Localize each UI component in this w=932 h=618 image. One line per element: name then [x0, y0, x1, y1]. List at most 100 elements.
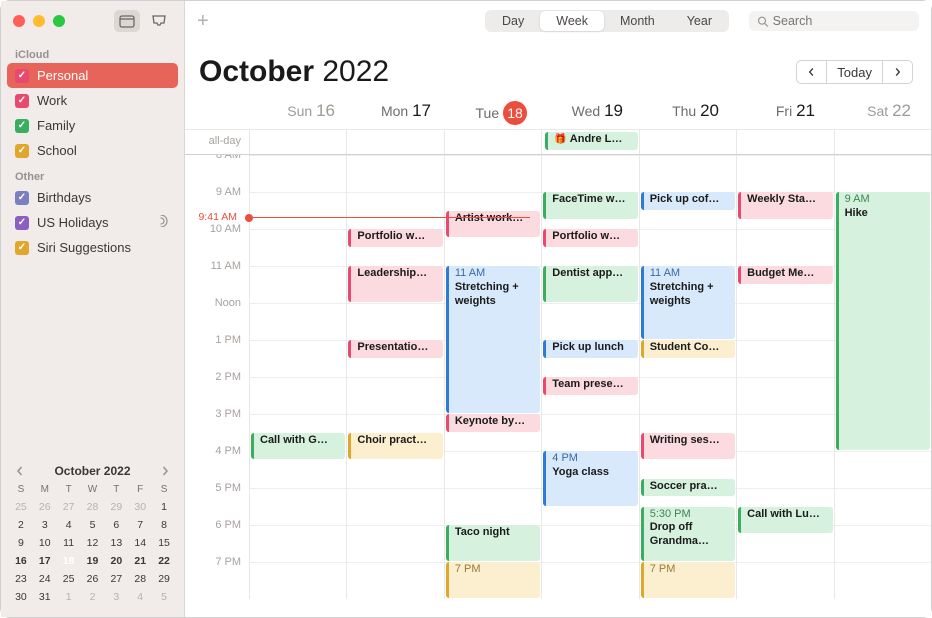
zoom-button[interactable]	[53, 15, 65, 27]
allday-cell[interactable]: 🎁 Andre L…	[541, 130, 638, 154]
mini-day[interactable]: 7	[128, 517, 152, 533]
mini-day[interactable]: 5	[81, 517, 105, 533]
allday-cell[interactable]	[249, 130, 346, 154]
event[interactable]: 11 AMStretching + weights	[446, 266, 540, 413]
mini-day[interactable]: 26	[33, 499, 57, 515]
event[interactable]: Weekly Sta…	[738, 192, 832, 219]
mini-day[interactable]: 11	[57, 535, 81, 551]
mini-day[interactable]: 25	[9, 499, 33, 515]
event[interactable]: Presentatio…	[348, 340, 442, 358]
day-column[interactable]: Artist work…11 AMStretching + weightsKey…	[444, 155, 541, 599]
today-button[interactable]: Today	[826, 60, 883, 84]
event[interactable]: Dentist app…	[543, 266, 637, 302]
event[interactable]: Portfolio w…	[543, 229, 637, 247]
checkbox-icon[interactable]: ✓	[15, 94, 29, 108]
checkbox-icon[interactable]: ✓	[15, 241, 29, 255]
event[interactable]: Portfolio w…	[348, 229, 442, 247]
view-day[interactable]: Day	[486, 11, 540, 31]
mini-day[interactable]: 2	[9, 517, 33, 533]
mini-day[interactable]: 9	[9, 535, 33, 551]
mini-day[interactable]: 14	[128, 535, 152, 551]
day-column[interactable]: Portfolio w…Leadership…Presentatio…Choir…	[346, 155, 443, 599]
checkbox-icon[interactable]: ✓	[15, 191, 29, 205]
allday-event[interactable]: 🎁 Andre L…	[545, 132, 637, 150]
event[interactable]: 9 AMHike	[836, 192, 930, 450]
search-input[interactable]	[773, 14, 911, 28]
view-week[interactable]: Week	[540, 11, 604, 31]
mini-next-button[interactable]	[160, 466, 170, 476]
day-column[interactable]: FaceTime w… Portfolio w… Dentist app… Pick …	[541, 155, 638, 599]
allday-cell[interactable]	[834, 130, 931, 154]
add-event-button[interactable]: +	[197, 10, 209, 33]
mini-day[interactable]: 23	[9, 571, 33, 587]
event[interactable]: 5:30 PMDrop off Grandma…	[641, 507, 735, 562]
mini-day[interactable]: 15	[152, 535, 176, 551]
inbox-icon[interactable]	[146, 10, 172, 32]
mini-prev-button[interactable]	[15, 466, 25, 476]
mini-day[interactable]: 5	[152, 589, 176, 605]
mini-day[interactable]: 26	[81, 571, 105, 587]
calendar-item-siri-suggestions[interactable]: ✓Siri Suggestions	[1, 235, 184, 260]
event[interactable]: Student Co…	[641, 340, 735, 358]
event[interactable]: Taco night	[446, 525, 540, 561]
event[interactable]: Team prese…	[543, 377, 637, 395]
event[interactable]: FaceTime w…	[543, 192, 637, 219]
mini-day[interactable]: 17	[33, 553, 57, 569]
day-column[interactable]: Weekly Sta… Budget Me… Call with Lu…	[736, 155, 833, 599]
mini-day[interactable]: 28	[81, 499, 105, 515]
view-month[interactable]: Month	[604, 11, 671, 31]
mini-day[interactable]: 27	[57, 499, 81, 515]
checkbox-icon[interactable]: ✓	[15, 216, 29, 230]
calendar-item-us-holidays[interactable]: ✓US Holidays	[1, 210, 184, 235]
mini-day[interactable]: 13	[104, 535, 128, 551]
search-field[interactable]	[749, 11, 919, 31]
mini-day[interactable]: 30	[9, 589, 33, 605]
calendar-icon[interactable]	[114, 10, 140, 32]
checkbox-icon[interactable]: ✓	[15, 119, 29, 133]
allday-cell[interactable]	[736, 130, 833, 154]
minimize-button[interactable]	[33, 15, 45, 27]
view-year[interactable]: Year	[671, 11, 728, 31]
event[interactable]: 7 PM	[446, 562, 540, 598]
mini-day[interactable]: 28	[128, 571, 152, 587]
mini-day[interactable]: 20	[104, 553, 128, 569]
mini-day[interactable]: 19	[81, 553, 105, 569]
event[interactable]: Budget Me…	[738, 266, 832, 284]
mini-day[interactable]: 21	[128, 553, 152, 569]
allday-cell[interactable]	[444, 130, 541, 154]
event[interactable]: Call with Lu…	[738, 507, 832, 534]
event[interactable]: Keynote by…	[446, 414, 540, 432]
day-column[interactable]: 9 AMHike	[834, 155, 931, 599]
mini-day[interactable]: 1	[57, 589, 81, 605]
day-column[interactable]: Call with G…	[249, 155, 346, 599]
event[interactable]: Writing ses…	[641, 433, 735, 460]
calendar-item-birthdays[interactable]: ✓Birthdays	[1, 185, 184, 210]
mini-day[interactable]: 22	[152, 553, 176, 569]
mini-day[interactable]: 4	[128, 589, 152, 605]
calendar-item-work[interactable]: ✓Work	[1, 88, 184, 113]
event[interactable]: Call with G…	[251, 433, 345, 460]
close-button[interactable]	[13, 15, 25, 27]
mini-day[interactable]: 4	[57, 517, 81, 533]
prev-week-button[interactable]	[796, 60, 827, 84]
mini-day[interactable]: 6	[104, 517, 128, 533]
event[interactable]: 7 PM	[641, 562, 735, 598]
mini-day[interactable]: 1	[152, 499, 176, 515]
event[interactable]: Soccer pra…	[641, 479, 735, 497]
calendar-item-family[interactable]: ✓Family	[1, 113, 184, 138]
event[interactable]: 11 AMStretching + weights	[641, 266, 735, 339]
day-column[interactable]: Pick up cof…11 AMStretching + weightsStu…	[639, 155, 736, 599]
mini-day[interactable]: 29	[104, 499, 128, 515]
event[interactable]: Pick up lunch	[543, 340, 637, 358]
event[interactable]: Leadership…	[348, 266, 442, 302]
calendar-item-school[interactable]: ✓School	[1, 138, 184, 163]
mini-day[interactable]: 29	[152, 571, 176, 587]
mini-day[interactable]: 30	[128, 499, 152, 515]
mini-day[interactable]: 24	[33, 571, 57, 587]
next-week-button[interactable]	[882, 60, 913, 84]
mini-day[interactable]: 25	[57, 571, 81, 587]
mini-day[interactable]: 27	[104, 571, 128, 587]
checkbox-icon[interactable]: ✓	[15, 69, 29, 83]
checkbox-icon[interactable]: ✓	[15, 144, 29, 158]
mini-day[interactable]: 10	[33, 535, 57, 551]
